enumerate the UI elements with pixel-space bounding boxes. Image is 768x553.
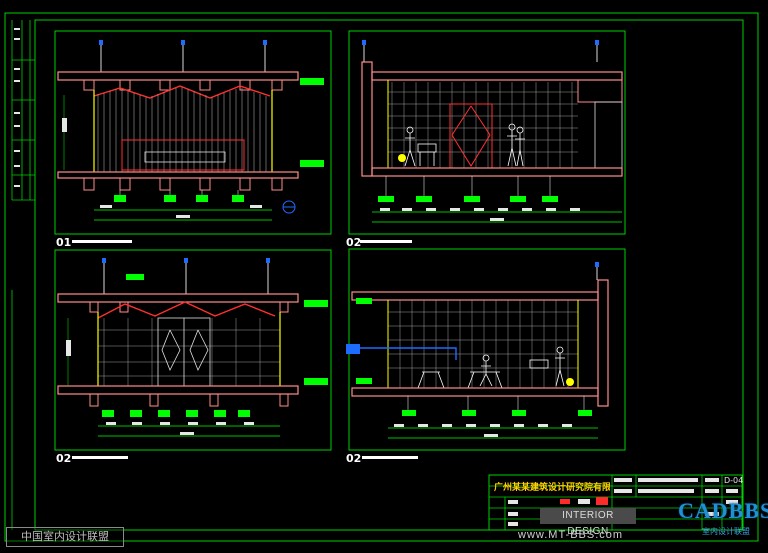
- view-4-figures: [417, 346, 565, 389]
- view-1-frame: [54, 30, 332, 235]
- watermark-url: www.MT-BBS.com: [518, 529, 624, 541]
- view-1-elevation: [54, 30, 332, 243]
- human-figures: [404, 123, 525, 167]
- sheet-border: [4, 12, 759, 542]
- binding-strip: [11, 20, 35, 530]
- title-block-company: 广州某某建筑设计研究院有限公司: [494, 483, 610, 493]
- cad-drawing-sheet: [4, 12, 759, 542]
- view-3-elevation: [54, 249, 332, 459]
- view-3-grid: [98, 318, 280, 386]
- title-block-drawing-code: D-04: [724, 476, 744, 485]
- binding-strip-ticks: [14, 28, 20, 187]
- view-label-1: 01: [56, 236, 72, 249]
- view-3-frame: [54, 249, 332, 451]
- watermark-forum-stamp: 中国室内设计联盟: [6, 527, 124, 547]
- watermark-brand-subtitle: 室内设计联盟: [702, 527, 750, 536]
- view-4-frame: [348, 248, 626, 451]
- view-2-tags: [378, 196, 558, 202]
- watermark-brand-logo: CADBBS: [678, 498, 768, 523]
- view-label-3: 02: [56, 452, 72, 465]
- view-2-frame: [348, 30, 626, 235]
- view-4-elevation: [346, 248, 626, 459]
- view-2-elevation: [348, 30, 626, 243]
- watermark-interior-design: INTERIOR DESIGN: [540, 508, 636, 537]
- curtain-folds: [97, 87, 267, 172]
- view-label-2: 02: [346, 236, 362, 249]
- view-label-4: 02: [346, 452, 362, 465]
- view-4-grid: [388, 300, 578, 388]
- view-1-lights: [99, 40, 267, 72]
